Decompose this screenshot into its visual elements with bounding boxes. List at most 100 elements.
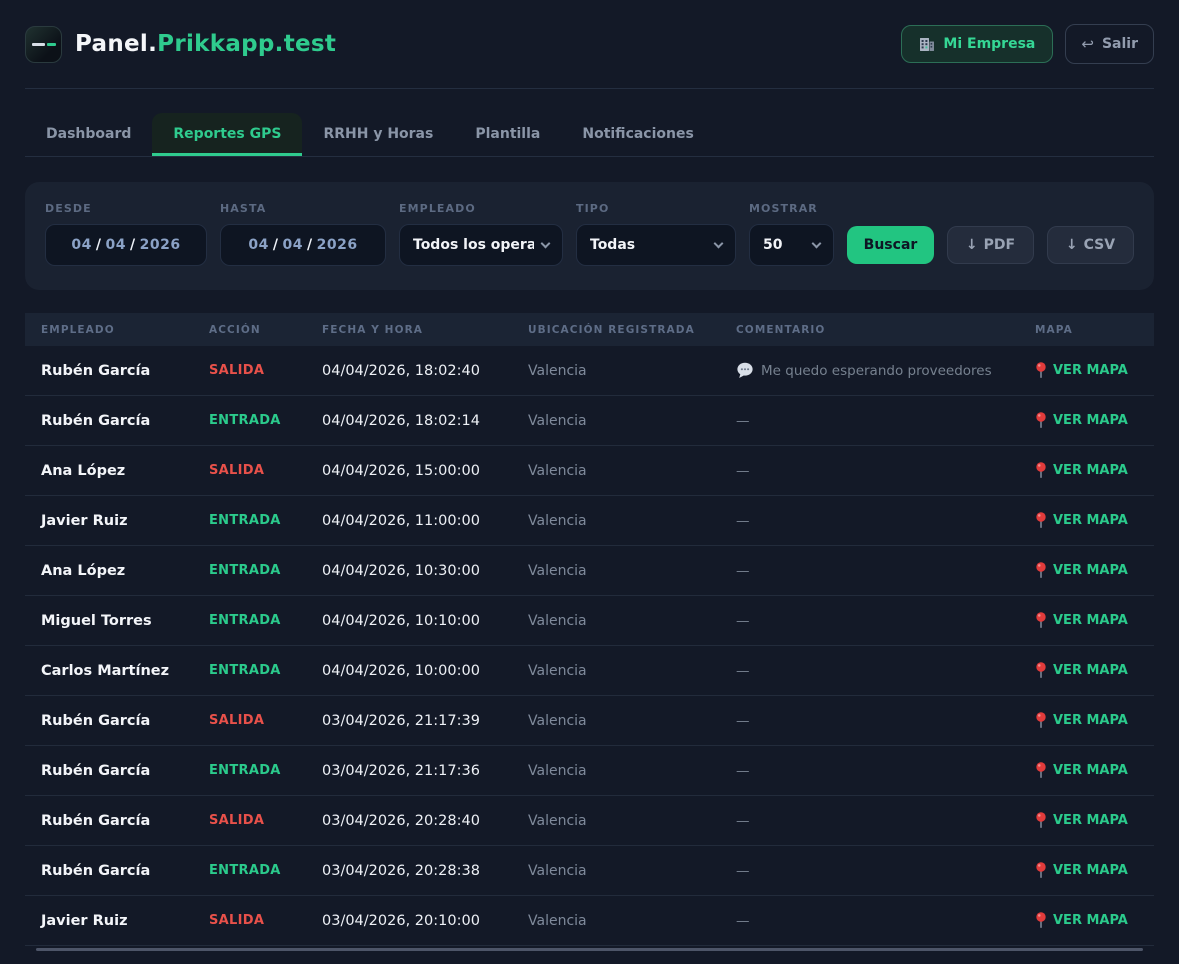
filter-desde: DESDE 04 / 04 / 2026 (45, 202, 207, 266)
table-row: Javier Ruiz ENTRADA 04/04/2026, 11:00:00… (25, 496, 1154, 546)
tab-dashboard[interactable]: Dashboard (25, 113, 152, 156)
ver-mapa-label: VER MAPA (1053, 363, 1128, 378)
cell-fecha: 03/04/2026, 20:28:38 (322, 863, 528, 879)
desde-month[interactable]: 04 (106, 237, 126, 253)
col-empleado: EMPLEADO (41, 324, 209, 336)
hasta-date-input[interactable]: 04 / 04 / 2026 (220, 224, 386, 266)
cell-fecha: 03/04/2026, 21:17:36 (322, 763, 528, 779)
my-company-button[interactable]: Mi Empresa (901, 25, 1053, 63)
cell-comentario: — (736, 863, 1035, 879)
logout-button[interactable]: ↩ Salir (1065, 24, 1154, 64)
empleado-select[interactable]: Todos los operari (399, 224, 563, 266)
brand: Panel.Prikkapp.test (25, 26, 336, 63)
cell-fecha: 03/04/2026, 20:28:40 (322, 813, 528, 829)
table-row: Ana López SALIDA 04/04/2026, 15:00:00 Va… (25, 446, 1154, 496)
export-pdf-button[interactable]: ↓ PDF (947, 226, 1034, 264)
cell-ubicacion: Valencia (528, 663, 736, 679)
comment-text: — (736, 713, 750, 729)
col-accion: ACCIÓN (209, 324, 322, 336)
pushpin-icon (1035, 862, 1047, 879)
filter-hasta: HASTA 04 / 04 / 2026 (220, 202, 386, 266)
pushpin-icon (1035, 612, 1047, 629)
cell-accion: ENTRADA (209, 663, 322, 678)
pushpin-icon (1035, 812, 1047, 829)
my-company-label: Mi Empresa (943, 36, 1035, 52)
comment-text: — (736, 513, 750, 529)
ver-mapa-link[interactable]: VER MAPA (1035, 812, 1138, 829)
filter-mostrar: MOSTRAR 50 (749, 202, 834, 266)
desde-day[interactable]: 04 (71, 237, 91, 253)
cell-fecha: 04/04/2026, 10:00:00 (322, 663, 528, 679)
cell-ubicacion: Valencia (528, 813, 736, 829)
empleado-label: EMPLEADO (399, 202, 563, 215)
comment-text: Me quedo esperando proveedores (761, 363, 992, 379)
ver-mapa-link[interactable]: VER MAPA (1035, 362, 1138, 379)
tab-reportes-gps[interactable]: Reportes GPS (152, 113, 302, 156)
ver-mapa-label: VER MAPA (1053, 863, 1128, 878)
date-separator: / (273, 237, 279, 253)
cell-accion: SALIDA (209, 813, 322, 828)
tab-bar: DashboardReportes GPSRRHH y HorasPlantil… (25, 113, 1154, 157)
table-row: Carlos Martínez ENTRADA 04/04/2026, 10:0… (25, 646, 1154, 696)
cell-ubicacion: Valencia (528, 413, 736, 429)
download-icon: ↓ (966, 237, 978, 253)
title-primary: Panel. (75, 31, 157, 57)
ver-mapa-label: VER MAPA (1053, 913, 1128, 928)
table-row: Ana López ENTRADA 04/04/2026, 10:30:00 V… (25, 546, 1154, 596)
cell-empleado: Ana López (41, 463, 209, 479)
table-row: Miguel Torres ENTRADA 04/04/2026, 10:10:… (25, 596, 1154, 646)
table-row: Rubén García ENTRADA 03/04/2026, 21:17:3… (25, 746, 1154, 796)
pushpin-icon (1035, 912, 1047, 929)
ver-mapa-link[interactable]: VER MAPA (1035, 712, 1138, 729)
return-arrow-icon: ↩ (1081, 35, 1094, 53)
tab-notificaciones[interactable]: Notificaciones (561, 113, 714, 156)
ver-mapa-link[interactable]: VER MAPA (1035, 612, 1138, 629)
download-icon: ↓ (1066, 237, 1078, 253)
comment-text: — (736, 563, 750, 579)
filter-panel: DESDE 04 / 04 / 2026 HASTA 04 / 04 / 202… (25, 182, 1154, 290)
comment-text: — (736, 463, 750, 479)
ver-mapa-link[interactable]: VER MAPA (1035, 912, 1138, 929)
ver-mapa-link[interactable]: VER MAPA (1035, 512, 1138, 529)
hasta-year[interactable]: 2026 (317, 237, 358, 253)
desde-date-input[interactable]: 04 / 04 / 2026 (45, 224, 207, 266)
cell-ubicacion: Valencia (528, 863, 736, 879)
ver-mapa-label: VER MAPA (1053, 663, 1128, 678)
cell-fecha: 03/04/2026, 21:17:39 (322, 713, 528, 729)
cell-accion: SALIDA (209, 713, 322, 728)
comment-text: — (736, 913, 750, 929)
ver-mapa-link[interactable]: VER MAPA (1035, 412, 1138, 429)
export-csv-button[interactable]: ↓ CSV (1047, 226, 1134, 264)
cell-accion: ENTRADA (209, 613, 322, 628)
ver-mapa-link[interactable]: VER MAPA (1035, 662, 1138, 679)
cell-accion: ENTRADA (209, 763, 322, 778)
cell-comentario: — (736, 563, 1035, 579)
tab-rrhh-y-horas[interactable]: RRHH y Horas (302, 113, 454, 156)
ver-mapa-label: VER MAPA (1053, 563, 1128, 578)
ver-mapa-link[interactable]: VER MAPA (1035, 762, 1138, 779)
pushpin-icon (1035, 662, 1047, 679)
cell-empleado: Rubén García (41, 713, 209, 729)
horizontal-scrollbar[interactable] (36, 948, 1143, 951)
hasta-month[interactable]: 04 (283, 237, 303, 253)
tipo-select[interactable]: Todas (576, 224, 736, 266)
cell-fecha: 04/04/2026, 10:10:00 (322, 613, 528, 629)
desde-year[interactable]: 2026 (140, 237, 181, 253)
ver-mapa-link[interactable]: VER MAPA (1035, 862, 1138, 879)
ver-mapa-label: VER MAPA (1053, 763, 1128, 778)
search-button[interactable]: Buscar (847, 226, 934, 264)
cell-comentario: Me quedo esperando proveedores (736, 362, 1035, 379)
date-separator: / (130, 237, 136, 253)
ver-mapa-link[interactable]: VER MAPA (1035, 562, 1138, 579)
ver-mapa-link[interactable]: VER MAPA (1035, 462, 1138, 479)
tab-plantilla[interactable]: Plantilla (454, 113, 561, 156)
table-row: Rubén García SALIDA 03/04/2026, 20:28:40… (25, 796, 1154, 846)
chevron-down-icon (714, 238, 724, 248)
cell-empleado: Rubén García (41, 763, 209, 779)
hasta-day[interactable]: 04 (248, 237, 268, 253)
mostrar-select[interactable]: 50 (749, 224, 834, 266)
cell-ubicacion: Valencia (528, 563, 736, 579)
table-header-row: EMPLEADO ACCIÓN FECHA Y HORA UBICACIÓN R… (25, 313, 1154, 346)
cell-empleado: Miguel Torres (41, 613, 209, 629)
col-ubicacion: UBICACIÓN REGISTRADA (528, 324, 736, 336)
